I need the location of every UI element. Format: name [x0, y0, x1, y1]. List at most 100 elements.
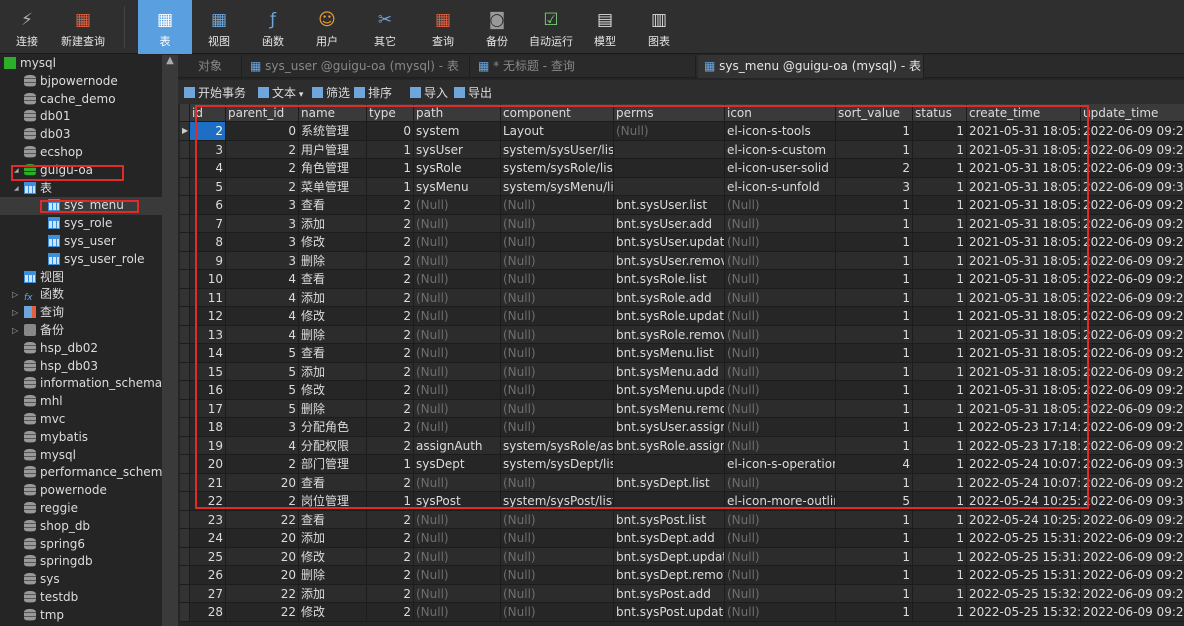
row-indicator[interactable] [180, 288, 190, 306]
cell-id[interactable]: 16 [190, 381, 226, 399]
cell-perms[interactable] [614, 177, 725, 195]
cell-create_time[interactable]: 2022-05-24 10:07:05 [967, 455, 1081, 473]
cell-icon[interactable]: (Null) [725, 418, 836, 436]
tree-item-查询[interactable]: ▷ 查询 [0, 304, 162, 322]
cell-update_time[interactable]: 2022-06-09 09:22:3 [1081, 418, 1184, 436]
toolbar-button-user[interactable]: ☺ 用户 [300, 0, 354, 54]
row-indicator[interactable] [180, 140, 190, 158]
cell-path[interactable]: (Null) [414, 214, 501, 232]
column-header-icon[interactable]: icon [725, 104, 836, 121]
cell-perms[interactable]: bnt.sysRole.add [614, 288, 725, 306]
cell-id[interactable]: 14 [190, 344, 226, 362]
cell-update_time[interactable]: 2022-06-09 09:22:3 [1081, 326, 1184, 344]
cell-parent_id[interactable]: 2 [226, 492, 299, 510]
cell-name[interactable]: 添加 [299, 214, 367, 232]
tree-item-db01[interactable]: db01 [0, 108, 162, 126]
cell-component[interactable]: system/sysUser/list [501, 140, 614, 158]
cell-id[interactable]: 3 [190, 140, 226, 158]
cell-status[interactable]: 1 [913, 196, 967, 214]
cell-perms[interactable]: bnt.sysUser.add [614, 214, 725, 232]
cell-component[interactable]: system/sysPost/list [501, 492, 614, 510]
cell-icon[interactable]: (Null) [725, 547, 836, 565]
cell-path[interactable]: (Null) [414, 473, 501, 491]
cell-perms[interactable]: bnt.sysUser.update [614, 233, 725, 251]
cell-update_time[interactable]: 2022-06-09 09:22:3 [1081, 344, 1184, 362]
cell-component[interactable]: Layout [501, 122, 614, 140]
table-row[interactable]: 28 22 修改 2 (Null) (Null) bnt.sysPost.update (Nu… [180, 603, 1184, 622]
row-indicator[interactable] [180, 177, 190, 195]
tree-item-sys[interactable]: sys [0, 571, 162, 589]
tree-item-mhl[interactable]: mhl [0, 393, 162, 411]
tree-item-备份[interactable]: ▷ 备份 [0, 322, 162, 340]
cell-path[interactable]: (Null) [414, 547, 501, 565]
column-header-name[interactable]: name [299, 104, 367, 121]
cell-update_time[interactable]: 2022-06-09 09:23:2 [1081, 122, 1184, 140]
cell-name[interactable]: 修改 [299, 233, 367, 251]
table-row[interactable]: 4 2 角色管理 1 sysRole system/sysRole/list el-icon… [180, 159, 1184, 178]
cell-id[interactable]: 28 [190, 603, 226, 621]
tree-item-sys_menu[interactable]: sys_menu [0, 197, 162, 216]
cell-sort_value[interactable]: 1 [836, 436, 913, 454]
cell-create_time[interactable]: 2021-05-31 18:05:37 [967, 196, 1081, 214]
column-header-id[interactable]: id [190, 104, 226, 121]
cell-icon[interactable]: (Null) [725, 566, 836, 584]
tree-item-sys_role[interactable]: sys_role [0, 215, 162, 233]
cell-parent_id[interactable]: 3 [226, 233, 299, 251]
row-indicator[interactable] [180, 214, 190, 232]
toolbar-button-new-query[interactable]: ▦ 新建查询 [56, 0, 110, 54]
cell-name[interactable]: 查看 [299, 270, 367, 288]
cell-path[interactable]: (Null) [414, 270, 501, 288]
cell-update_time[interactable]: 2022-06-09 09:22:3 [1081, 196, 1184, 214]
toolbar-button-backup[interactable]: ◙ 备份 [470, 0, 524, 54]
cell-update_time[interactable]: 2022-06-09 09:37:1 [1081, 159, 1184, 177]
cell-parent_id[interactable]: 3 [226, 418, 299, 436]
cell-sort_value[interactable]: 3 [836, 177, 913, 195]
cell-path[interactable]: (Null) [414, 251, 501, 269]
cell-type[interactable]: 2 [367, 529, 414, 547]
cell-icon[interactable]: (Null) [725, 399, 836, 417]
cell-id[interactable]: 18 [190, 418, 226, 436]
cell-sort_value[interactable]: 1 [836, 140, 913, 158]
cell-path[interactable]: (Null) [414, 529, 501, 547]
cell-path[interactable]: sysRole [414, 159, 501, 177]
cell-icon[interactable]: (Null) [725, 473, 836, 491]
cell-icon[interactable]: (Null) [725, 325, 836, 343]
cell-sort_value[interactable]: 1 [836, 270, 913, 288]
table-row[interactable]: 21 20 查看 2 (Null) (Null) bnt.sysDept.list (Null… [180, 473, 1184, 492]
cell-status[interactable]: 1 [913, 529, 967, 547]
toolbar-button-tools[interactable]: ✂ 其它 [358, 0, 412, 54]
cell-create_time[interactable]: 2021-05-31 18:05:37 [967, 159, 1081, 177]
cell-parent_id[interactable]: 0 [226, 122, 299, 140]
dropdown-arrow-icon[interactable]: ▾ [296, 90, 304, 100]
cell-path[interactable]: (Null) [414, 566, 501, 584]
text-button[interactable]: 文本 ▾ [258, 84, 303, 101]
cell-status[interactable]: 1 [913, 381, 967, 399]
row-indicator[interactable] [180, 270, 190, 288]
cell-update_time[interactable]: 2022-06-09 09:22:3 [1081, 474, 1184, 492]
cell-update_time[interactable]: 2022-06-09 09:22:3 [1081, 529, 1184, 547]
cell-status[interactable]: 1 [913, 214, 967, 232]
cell-update_time[interactable]: 2022-06-09 09:22:3 [1081, 566, 1184, 584]
tree-item-hsp_db03[interactable]: hsp_db03 [0, 358, 162, 376]
cell-icon[interactable]: el-icon-s-unfold [725, 177, 836, 195]
cell-status[interactable]: 1 [913, 177, 967, 195]
cell-component[interactable]: (Null) [501, 288, 614, 306]
column-header-update_time[interactable]: update_time [1081, 104, 1184, 121]
cell-create_time[interactable]: 2022-05-25 15:31:41 [967, 547, 1081, 565]
tab-0[interactable]: 对象 [178, 55, 242, 78]
table-row[interactable]: 14 5 查看 2 (Null) (Null) bnt.sysMenu.list (Null)… [180, 344, 1184, 363]
cell-perms[interactable]: bnt.sysUser.list [614, 196, 725, 214]
cell-update_time[interactable]: 2022-06-09 09:22:4 [1081, 141, 1184, 159]
cell-component[interactable]: (Null) [501, 584, 614, 602]
row-indicator[interactable] [180, 455, 190, 473]
cell-name[interactable]: 删除 [299, 399, 367, 417]
cell-create_time[interactable]: 2022-05-24 10:25:45 [967, 510, 1081, 528]
cell-path[interactable]: assignAuth [414, 436, 501, 454]
cell-type[interactable]: 2 [367, 566, 414, 584]
cell-sort_value[interactable]: 1 [836, 399, 913, 417]
cell-type[interactable]: 1 [367, 159, 414, 177]
cell-sort_value[interactable]: 2 [836, 159, 913, 177]
tree-item-mvc[interactable]: mvc [0, 411, 162, 429]
table-row[interactable]: 10 4 查看 2 (Null) (Null) bnt.sysRole.list (Null)… [180, 270, 1184, 289]
cell-perms[interactable]: bnt.sysDept.list [614, 473, 725, 491]
